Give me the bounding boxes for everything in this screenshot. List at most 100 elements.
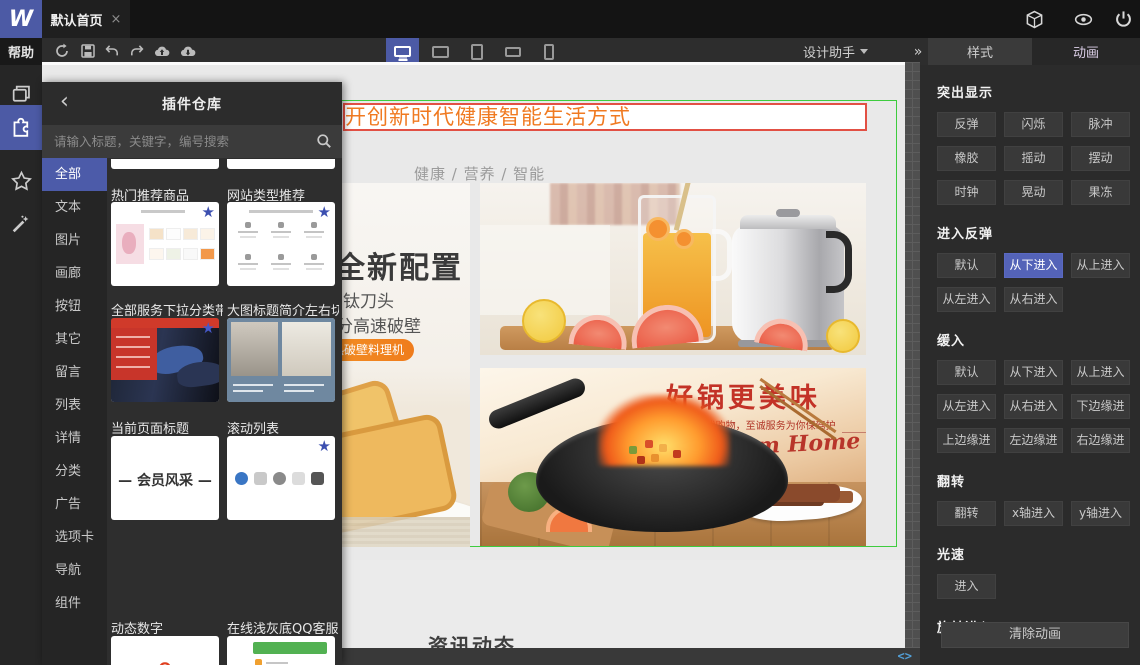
anim-button[interactable]: 从上进入 <box>1071 360 1130 385</box>
app-logo[interactable]: W <box>0 0 42 38</box>
plugin-card-hot-products[interactable]: ★ <box>111 202 219 286</box>
help-button[interactable]: 帮助 <box>0 38 42 65</box>
anim-button[interactable]: 左边缘进 <box>1004 428 1063 453</box>
banner-heading-text: 开创新时代健康智能生活方式 <box>345 105 631 129</box>
search-icon[interactable] <box>316 133 332 149</box>
category-item-list[interactable]: 列表 <box>42 389 107 422</box>
plugin-card-site-types[interactable]: ★ <box>227 202 335 286</box>
undo-icon[interactable] <box>104 43 120 59</box>
plugin-label: 全部服务下拉分类带... <box>111 304 223 316</box>
plugin-library-panel: ‹ 插件仓库 全部 文本 图片 画廊 按钮 其它 留言 列表 详情 分类 广告 … <box>42 82 342 665</box>
anim-button[interactable]: 从右进入 <box>1004 287 1063 312</box>
category-item-text[interactable]: 文本 <box>42 191 107 224</box>
anim-button-selected[interactable]: 从下进入 <box>1004 253 1063 278</box>
anim-button[interactable]: 下边缘进 <box>1071 394 1130 419</box>
anim-button[interactable]: 从下进入 <box>1004 360 1063 385</box>
app-window: W 默认首页 × 帮助 设计助手 » 样式 动画 开创新时代健康智能生活方式 健… <box>0 0 1140 665</box>
section-title-flip: 翻转 <box>937 475 966 490</box>
design-assistant-label: 设计助手 <box>802 46 855 61</box>
anim-button[interactable]: 脉冲 <box>1071 112 1130 137</box>
category-item-gallery[interactable]: 画廊 <box>42 257 107 290</box>
selected-heading-element[interactable]: 开创新时代健康智能生活方式 <box>343 103 867 131</box>
star-badge-icon: ★ <box>317 437 331 455</box>
banner-tagline[interactable]: 健康 / 营养 / 智能 <box>414 163 545 184</box>
anim-button[interactable]: 时钟 <box>937 180 996 205</box>
refresh-icon[interactable] <box>54 43 70 59</box>
anim-group-bounce-in: 默认 从下进入 从上进入 从左进入 从右进入 <box>937 253 1130 312</box>
anim-button[interactable]: 果冻 <box>1071 180 1130 205</box>
anim-button[interactable]: 默认 <box>937 253 996 278</box>
anim-button[interactable]: 进入 <box>937 574 996 599</box>
anim-button[interactable]: 晃动 <box>1004 180 1063 205</box>
anim-button[interactable]: 翻转 <box>937 501 996 526</box>
device-phone-landscape-button[interactable] <box>496 38 529 65</box>
feature-line2: 分高速破壁 <box>336 317 421 337</box>
anim-button[interactable]: 从上进入 <box>1071 253 1130 278</box>
device-tablet-landscape-button[interactable] <box>424 38 457 65</box>
anim-button[interactable]: 默认 <box>937 360 996 385</box>
anim-button[interactable]: y轴进入 <box>1071 501 1130 526</box>
anim-button[interactable]: 橡胶 <box>937 146 996 171</box>
cloud-upload-icon[interactable] <box>154 43 170 59</box>
cloud-download-icon[interactable] <box>180 43 196 59</box>
category-item-detail[interactable]: 详情 <box>42 422 107 455</box>
kettle-product-image[interactable] <box>480 183 866 355</box>
anim-button[interactable]: 摇动 <box>1004 146 1063 171</box>
category-item-all[interactable]: 全部 <box>42 158 107 191</box>
category-item-nav[interactable]: 导航 <box>42 554 107 587</box>
tab-animation[interactable]: 动画 <box>1032 38 1140 65</box>
code-view-icon[interactable]: <> <box>898 649 912 663</box>
category-item-component[interactable]: 组件 <box>42 587 107 620</box>
device-phone-portrait-button[interactable] <box>532 38 565 65</box>
plugins-icon[interactable] <box>0 105 42 150</box>
anim-button[interactable]: 从左进入 <box>937 394 996 419</box>
plugin-search-input[interactable] <box>42 125 304 158</box>
anim-button[interactable]: 从右进入 <box>1004 394 1063 419</box>
design-assistant-dropdown[interactable]: 设计助手 <box>803 38 868 65</box>
preview-eye-icon[interactable] <box>1074 10 1093 29</box>
category-item-image[interactable]: 图片 <box>42 224 107 257</box>
plugin-card-qq-service[interactable] <box>227 636 335 665</box>
plugin-card-scroll-list[interactable]: ★ <box>227 436 335 520</box>
section-title-bounce-in: 进入反弹 <box>937 227 994 242</box>
power-exit-icon[interactable] <box>1114 10 1133 29</box>
anim-button[interactable]: 从左进入 <box>937 287 996 312</box>
redo-icon[interactable] <box>129 43 145 59</box>
back-arrow-icon[interactable]: ‹ <box>60 90 69 114</box>
anim-button[interactable]: 右边缘进 <box>1071 428 1130 453</box>
plugin-card-dropdown-category[interactable]: ★ <box>111 318 219 402</box>
wok-banner-image[interactable]: 好锅更美味 无忧购物，至诚服务为你保驾护航! Warm Home <box>480 368 866 546</box>
anim-button[interactable]: 反弹 <box>937 112 996 137</box>
page-tab[interactable]: 默认首页 × <box>42 0 130 38</box>
tab-style[interactable]: 样式 <box>928 38 1032 65</box>
anim-button[interactable]: 上边缘进 <box>937 428 996 453</box>
category-item-other[interactable]: 其它 <box>42 323 107 356</box>
components-cube-icon[interactable] <box>1025 10 1044 29</box>
save-icon[interactable] <box>80 43 96 59</box>
category-item-ad[interactable]: 广告 <box>42 488 107 521</box>
category-item-tabs[interactable]: 选项卡 <box>42 521 107 554</box>
partial-card[interactable] <box>111 159 219 169</box>
magic-wand-icon[interactable] <box>0 203 42 245</box>
anim-button[interactable]: 摆动 <box>1071 146 1130 171</box>
collapse-panel-button[interactable]: » <box>908 38 928 65</box>
category-item-message[interactable]: 留言 <box>42 356 107 389</box>
clear-animation-button[interactable]: 清除动画 <box>941 622 1129 648</box>
feature-line1: 钛刀头 <box>343 292 394 312</box>
device-tablet-portrait-button[interactable] <box>460 38 493 65</box>
category-item-button[interactable]: 按钮 <box>42 290 107 323</box>
anim-button[interactable]: 闪烁 <box>1004 112 1063 137</box>
plugin-card-dynamic-number[interactable]: 0 <box>111 636 219 665</box>
device-desktop-button[interactable] <box>386 38 419 65</box>
plugin-card-big-image-slider[interactable] <box>227 318 335 402</box>
canvas-scrollbar[interactable] <box>905 62 920 648</box>
category-item-classify[interactable]: 分类 <box>42 455 107 488</box>
favorites-star-icon[interactable] <box>0 160 42 202</box>
anim-button[interactable]: x轴进入 <box>1004 501 1063 526</box>
tab-close-icon[interactable]: × <box>111 12 122 27</box>
grapefruit-wedge <box>568 312 630 350</box>
top-bar: W 默认首页 × <box>0 0 1140 38</box>
plugin-card-page-title[interactable]: — 会员风采 — <box>111 436 219 520</box>
partial-card[interactable] <box>227 159 335 169</box>
plugin-label: 当前页面标题 <box>111 422 190 434</box>
